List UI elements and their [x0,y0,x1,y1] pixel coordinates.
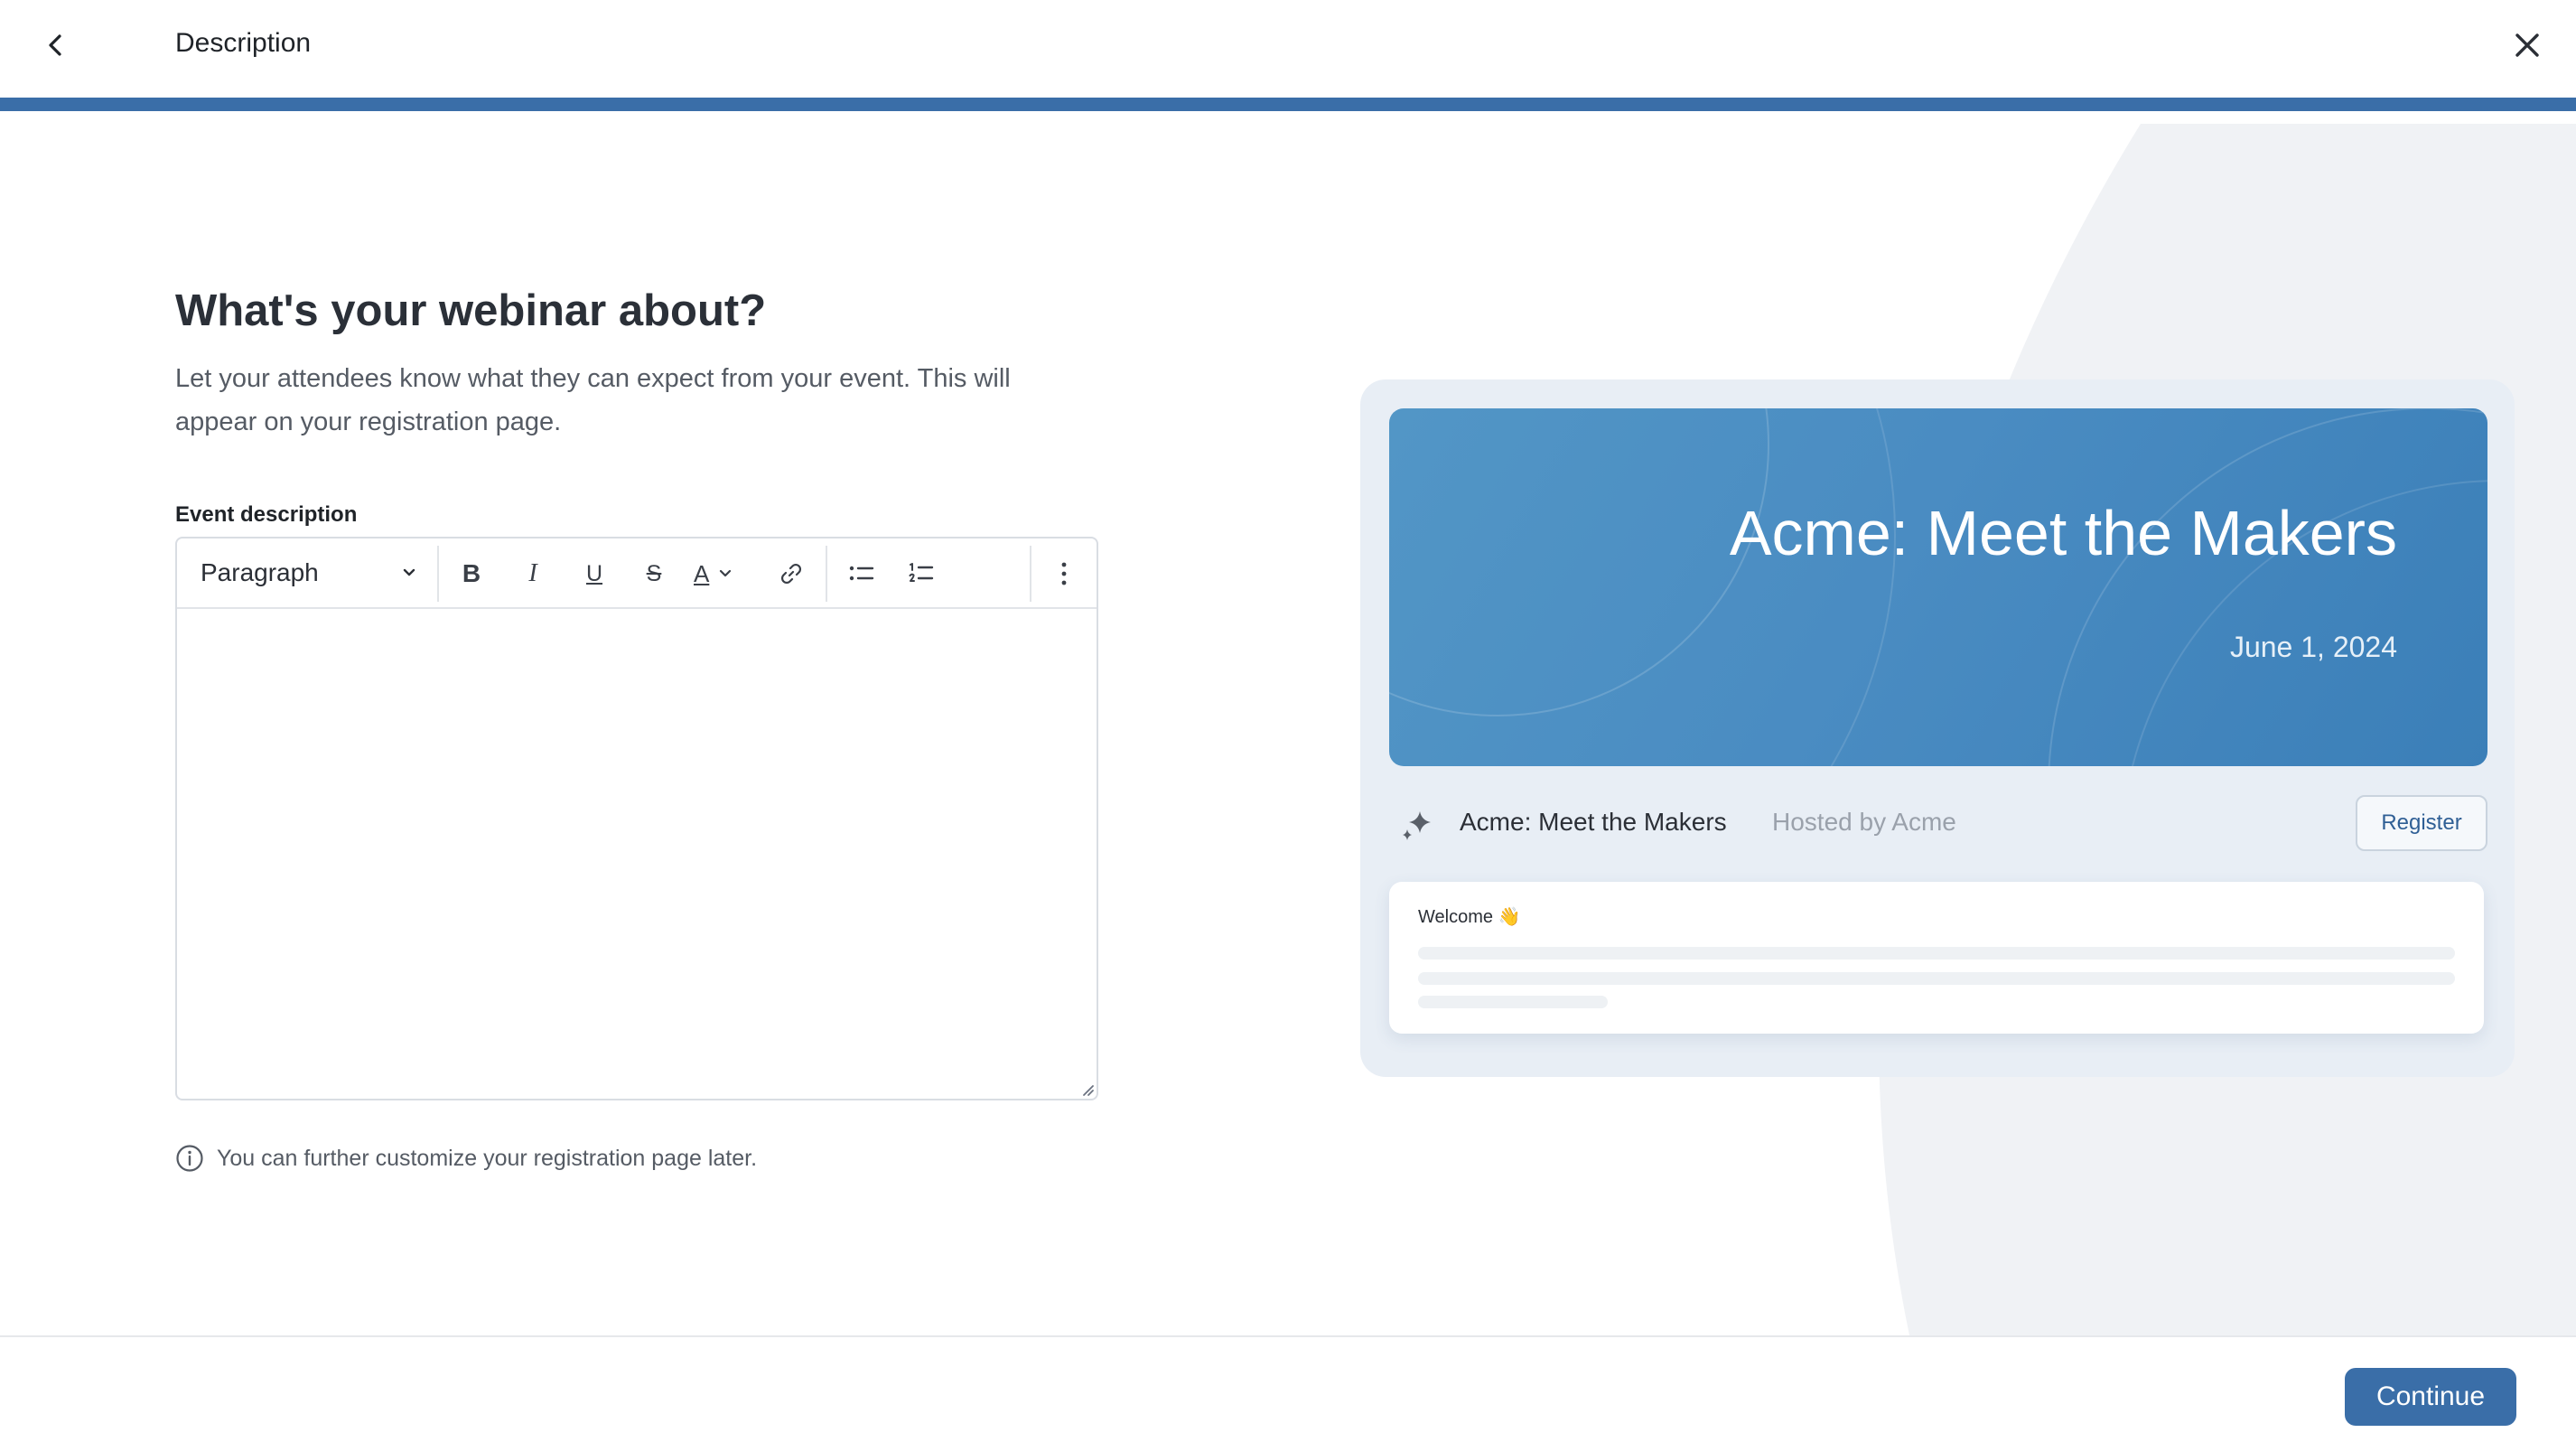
bulleted-list-icon [849,566,874,581]
progress-bar [0,98,2576,111]
editor-toolbar: Paragraph B I U S A [177,538,1097,609]
resize-handle-icon[interactable] [1078,1081,1095,1097]
numbered-list-icon [909,563,934,582]
editor-content-area[interactable] [177,609,1097,1099]
chevron-left-icon [49,34,61,56]
event-info-row: Acme: Meet the Makers Hosted by Acme Reg… [1400,795,2487,853]
event-description-label: Event description [175,502,358,527]
block-format-value: Paragraph [201,558,319,586]
continue-button[interactable]: Continue [2345,1368,2516,1426]
numbered-list-button[interactable] [903,556,939,592]
link-icon [780,563,802,585]
placeholder-line [1418,947,2455,960]
underline-button[interactable]: U [576,556,612,592]
placeholder-line [1418,972,2455,985]
close-button[interactable] [2504,22,2551,69]
text-color-icon: A [694,559,710,587]
link-button[interactable] [773,556,809,592]
banner-date: June 1, 2024 [2229,631,2397,663]
italic-button[interactable]: I [515,556,551,592]
register-button[interactable]: Register [2356,795,2487,851]
banner-decoration [1389,408,2487,766]
text-color-button[interactable]: A [694,556,751,592]
toolbar-divider [437,546,439,602]
footer: Continue [0,1335,2576,1442]
sparkle-icon [1403,811,1431,840]
event-banner: Acme: Meet the Makers June 1, 2024 [1389,408,2487,766]
customization-hint: You can further customize your registrat… [175,1142,757,1175]
form-heading: What's your webinar about? [175,286,767,335]
placeholder-line [1418,996,1608,1008]
strikethrough-button[interactable]: S [636,556,672,592]
page-title: Description [175,28,312,58]
chevron-down-icon [403,568,415,576]
chevron-down-icon [720,569,732,577]
banner-title: Acme: Meet the Makers [1729,498,2397,568]
header: Description [0,0,2576,98]
bulleted-list-button[interactable] [844,556,880,592]
hint-text: You can further customize your registrat… [217,1145,758,1171]
form-subtitle: Let your attendees know what they can ex… [175,364,1011,436]
event-name: Acme: Meet the Makers [1460,808,1727,836]
italic-icon: I [528,559,537,587]
toolbar-divider [1030,546,1031,602]
close-icon [2515,33,2539,57]
block-format-select[interactable]: Paragraph [201,555,417,591]
event-host: Hosted by Acme [1772,808,1956,836]
strikethrough-icon: S [646,560,662,586]
more-icon [1061,562,1067,585]
info-icon [176,1145,203,1172]
bold-icon: B [462,559,481,587]
event-description-editor: Paragraph B I U S A [175,537,1098,1100]
bold-button[interactable]: B [453,556,490,592]
toolbar-divider [826,546,827,602]
registration-page-preview: Acme: Meet the Makers June 1, 2024 Acme:… [1360,379,2515,1077]
more-options-button[interactable] [1046,556,1082,592]
back-button[interactable] [34,23,78,67]
underline-icon: U [585,560,603,586]
welcome-card: Welcome 👋 [1389,882,2484,1034]
welcome-text: Welcome 👋 [1418,907,1521,927]
